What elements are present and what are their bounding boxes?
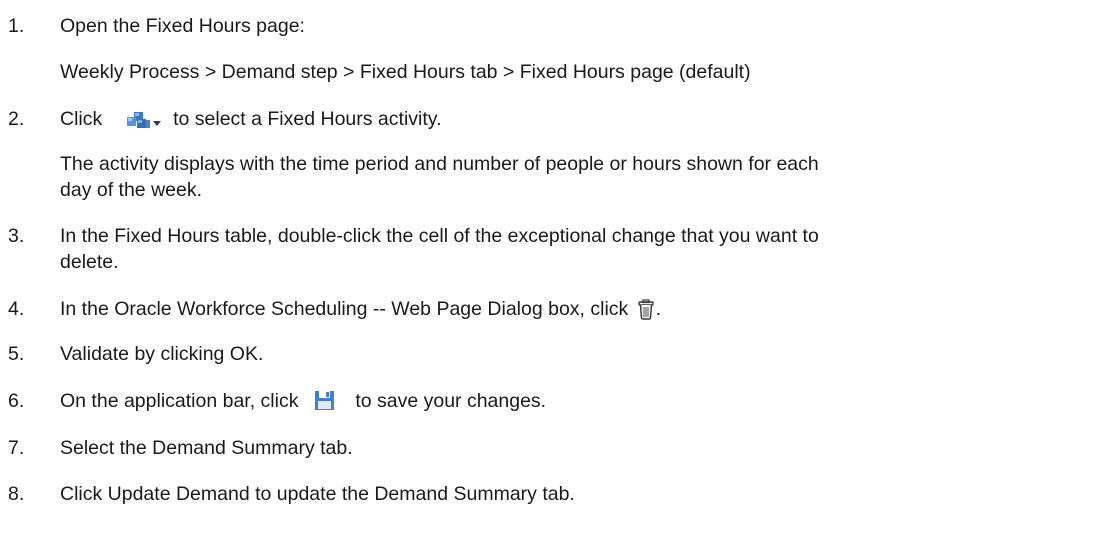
step-number: 1.: [8, 15, 25, 37]
step-text-after: to save your changes.: [355, 390, 547, 412]
step-text: Click to select a Fixed Hours activity.: [60, 107, 442, 132]
step-number: 8.: [8, 483, 25, 505]
trash-can-icon: [636, 298, 656, 322]
step-text-before: On the application bar, click: [60, 390, 299, 412]
step-text-before: In the Oracle Workforce Scheduling -- We…: [60, 298, 629, 320]
step-number: 5.: [8, 343, 25, 365]
step-number: 6.: [8, 390, 25, 412]
step-text: Click Update Demand to update the Demand…: [60, 483, 575, 505]
step-number: 7.: [8, 437, 25, 459]
step-number: 3.: [8, 225, 25, 247]
step-text: Select the Demand Summary tab.: [60, 437, 353, 459]
step-2-detail-line1: The activity displays with the time peri…: [60, 153, 819, 175]
step-2-detail-line2: day of the week.: [60, 179, 203, 201]
step-text-line1: In the Fixed Hours table, double-click t…: [60, 225, 819, 247]
step-text: Validate by clicking OK.: [60, 343, 264, 365]
step-text: In the Oracle Workforce Scheduling -- We…: [60, 297, 661, 322]
step-text: On the application bar, click to save yo…: [60, 389, 546, 414]
step-number: 2.: [8, 108, 25, 130]
step-3-text-line2: delete.: [60, 251, 119, 273]
step-1-navigation-path: Weekly Process > Demand step > Fixed Hou…: [60, 61, 751, 83]
save-disk-icon: [314, 390, 338, 414]
step-text-after: .: [655, 298, 662, 320]
step-text: Open the Fixed Hours page:: [60, 15, 305, 37]
step-text-after: to select a Fixed Hours activity.: [173, 108, 442, 130]
activity-blocks-dropdown-icon: [116, 108, 166, 132]
step-number: 4.: [8, 298, 25, 320]
step-text-before: Click: [60, 108, 103, 130]
